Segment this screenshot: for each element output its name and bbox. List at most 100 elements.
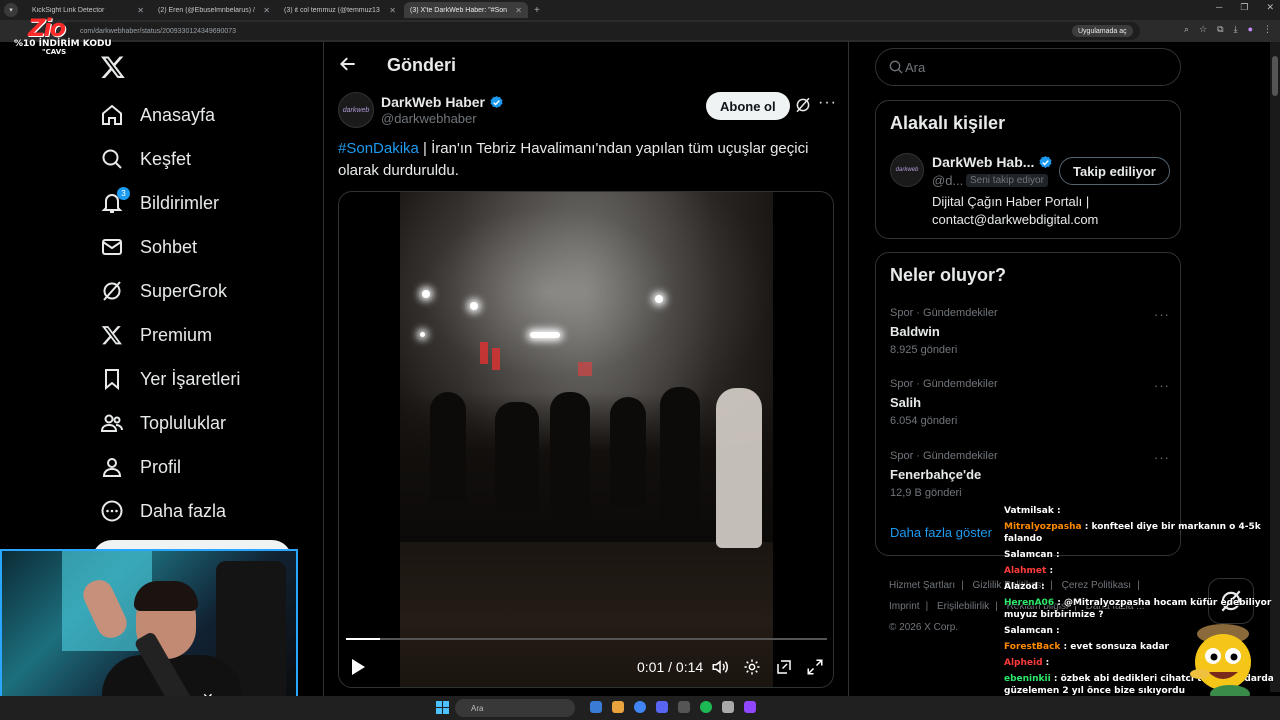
app-icon[interactable] <box>590 701 602 713</box>
footer-link[interactable]: Imprint <box>889 601 920 612</box>
nav-item-messages[interactable]: Sohbet <box>100 227 197 267</box>
star-icon[interactable]: ☆ <box>1199 24 1207 35</box>
nav-item-more[interactable]: Daha fazla <box>100 491 226 531</box>
chat-message: Salamcan : <box>1004 550 1060 560</box>
url-field[interactable]: com/darkwebhaber/status/2009330124349690… <box>60 22 1140 40</box>
taskbar-apps <box>590 701 756 713</box>
trends-title: Neler oluyor? <box>890 265 1007 285</box>
more-options-icon[interactable]: ··· <box>1154 450 1170 465</box>
trend-item[interactable]: Spor · Gündemdekiler Baldwin 8.925 gönde… <box>890 307 1170 356</box>
copyright: © 2026 X Corp. <box>889 622 959 633</box>
close-icon[interactable]: ✕ <box>263 6 270 15</box>
related-user-bio: Dijital Çağın Haber Portalı | contact@da… <box>932 194 1099 227</box>
search-input[interactable]: Ara <box>875 48 1181 86</box>
people-icon <box>100 411 124 435</box>
app-icon[interactable] <box>722 701 734 713</box>
window-close-icon[interactable]: ✕ <box>1266 2 1274 13</box>
trend-count: 8.925 gönderi <box>890 344 958 356</box>
screen: ▾ KickSight Link Detector ✕ (2) Eren (@Eb… <box>0 0 1280 720</box>
nav-item-label: Daha fazla <box>140 500 227 521</box>
nav-item-premium[interactable]: Premium <box>100 315 212 355</box>
chat-username: Alahmet <box>1004 566 1047 576</box>
browser-tab[interactable]: (2) Eren (@Ebuselmnbelarus) / ✕ <box>152 2 276 18</box>
settings-icon[interactable] <box>743 658 761 676</box>
trend-name: Salih <box>890 395 922 410</box>
nav-item-label: Anasayfa <box>140 104 216 125</box>
nav-item-notifications[interactable]: 3 Bildirimler <box>100 183 219 223</box>
download-icon[interactable]: ⤓ <box>1234 24 1238 35</box>
chat-message: Vatmilsak : <box>1004 506 1061 516</box>
grok-icon[interactable] <box>794 96 812 114</box>
nav-item-communities[interactable]: Topluluklar <box>100 403 226 443</box>
footer-link[interactable]: Hizmet Şartları <box>889 580 955 591</box>
video-player[interactable]: 0:01 / 0:14 <box>338 191 834 688</box>
trend-item[interactable]: Spor · Gündemdekiler Fenerbahçe'de 12,9 … <box>890 450 1170 499</box>
nav-item-supergrok[interactable]: SuperGrok <box>100 271 227 311</box>
search-placeholder: Ara <box>905 60 926 75</box>
close-icon[interactable]: ✕ <box>389 6 396 15</box>
page-title: Gönderi <box>387 55 457 75</box>
video-progress-fill <box>346 638 380 640</box>
more-options-icon[interactable]: ··· <box>818 94 837 112</box>
avatar[interactable]: darkweb <box>338 92 374 128</box>
picture-in-picture-icon[interactable] <box>775 658 793 676</box>
scrollbar-thumb[interactable] <box>1272 56 1278 96</box>
app-icon[interactable] <box>612 701 624 713</box>
app-icon[interactable] <box>678 701 690 713</box>
nav-item-home[interactable]: Anasayfa <box>100 95 215 135</box>
maximize-icon[interactable]: ❐ <box>1240 2 1248 13</box>
nav-item-profile[interactable]: Profil <box>100 447 181 487</box>
nav-item-bookmarks[interactable]: Yer İşaretleri <box>100 359 240 399</box>
fullscreen-icon[interactable] <box>806 658 824 676</box>
browser-tab[interactable]: (3) it col temmuz (@temmuz13 ✕ <box>278 2 402 18</box>
nav-item-explore[interactable]: Keşfet <box>100 139 191 179</box>
trend-item[interactable]: Spor · Gündemdekiler Salih 6.054 gönderi… <box>890 378 1170 427</box>
play-icon[interactable] <box>350 658 366 676</box>
author-name[interactable]: DarkWeb Haber <box>381 94 504 110</box>
close-icon[interactable]: ✕ <box>137 6 144 15</box>
window-controls: ─ ❐ ✕ <box>1216 2 1274 13</box>
windows-start-icon[interactable] <box>436 701 449 714</box>
trend-meta: Spor · Gündemdekiler <box>890 378 998 390</box>
following-button[interactable]: Takip ediliyor <box>1059 157 1170 185</box>
author-handle[interactable]: @darkwebhaber <box>381 111 477 126</box>
taskbar-search[interactable]: Ara <box>455 699 575 717</box>
extensions-icon[interactable]: ⧉ <box>1217 24 1223 35</box>
app-icon[interactable] <box>656 701 668 713</box>
x-icon <box>100 323 124 347</box>
chat-username: ForestBack <box>1004 642 1061 652</box>
browser-icon[interactable] <box>634 701 646 713</box>
profile-icon[interactable]: ● <box>1248 24 1253 35</box>
app-icon[interactable] <box>744 701 756 713</box>
subscribe-button[interactable]: Abone ol <box>706 92 790 120</box>
taskbar-search-placeholder: Ara <box>471 703 484 713</box>
chat-text: evet sonsuza kadar <box>1070 642 1169 652</box>
chat-message: Alazod : <box>1004 582 1045 592</box>
nav-item-label: Premium <box>140 324 213 345</box>
open-in-app-button[interactable]: Uygulamada aç <box>1072 25 1133 37</box>
browser-tab-active[interactable]: (3) X'te DarkWeb Haber: "#Son ✕ <box>404 2 528 18</box>
close-icon[interactable]: ✕ <box>515 6 522 15</box>
app-icon[interactable] <box>700 701 712 713</box>
new-tab-button[interactable]: + <box>534 5 540 16</box>
follows-you-badge: Seni takip ediyor <box>966 174 1048 187</box>
trend-name: Fenerbahçe'de <box>890 467 982 482</box>
video-progress-bar[interactable] <box>346 638 827 640</box>
trend-count: 6.054 gönderi <box>890 415 958 427</box>
hashtag-link[interactable]: #SonDakika <box>338 140 419 157</box>
more-options-icon[interactable]: ··· <box>1154 378 1170 393</box>
show-more-link[interactable]: Daha fazla göster <box>890 525 992 540</box>
back-arrow-icon[interactable] <box>338 54 358 74</box>
zoom-icon[interactable]: ⌕ <box>1184 24 1189 35</box>
footer-link[interactable]: Erişilebilirlik <box>937 601 989 612</box>
trend-meta: Spor · Gündemdekiler <box>890 307 998 319</box>
x-logo-icon[interactable] <box>100 54 126 80</box>
menu-icon[interactable]: ⋮ <box>1263 24 1272 35</box>
related-user-name[interactable]: DarkWeb Hab... <box>932 154 1053 170</box>
volume-icon[interactable] <box>711 658 729 676</box>
avatar[interactable]: darkweb <box>890 153 924 187</box>
related-user-handle[interactable]: @d... <box>932 173 963 188</box>
nav-item-label: Profil <box>140 456 182 477</box>
minimize-icon[interactable]: ─ <box>1216 2 1222 13</box>
more-options-icon[interactable]: ··· <box>1154 307 1170 322</box>
